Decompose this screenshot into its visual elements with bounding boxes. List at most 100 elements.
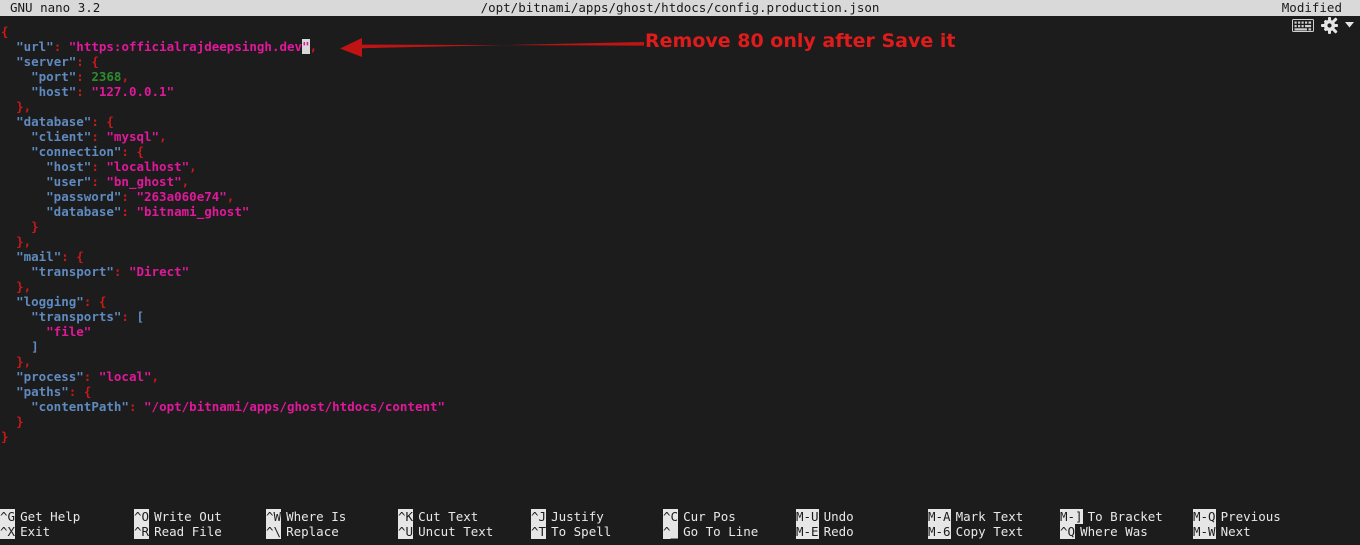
- shortcut-item[interactable]: ^W Where Is: [266, 509, 346, 524]
- shortcut-item[interactable]: ^\ Replace: [266, 524, 346, 539]
- code-token: :: [91, 159, 99, 174]
- shortcut-column: M-Q Previous M-W Next: [1193, 509, 1281, 539]
- shortcut-item[interactable]: ^O Write Out: [134, 509, 222, 524]
- shortcut-item[interactable]: ^X Exit: [0, 524, 80, 539]
- shortcut-key: ^G: [0, 509, 16, 524]
- code-token: ,: [23, 279, 32, 294]
- keyboard-icon[interactable]: [1292, 18, 1314, 32]
- code-token: :: [76, 69, 84, 84]
- shortcut-item[interactable]: M-Q Previous: [1193, 509, 1281, 524]
- shortcut-item[interactable]: M-E Redo: [796, 524, 854, 539]
- code-token: ,: [181, 174, 190, 189]
- code-token: "transports": [31, 309, 122, 324]
- shortcut-item[interactable]: ^K Cut Text: [398, 509, 493, 524]
- editor-line: "server": {: [0, 54, 1360, 69]
- shortcut-key: ^R: [134, 524, 150, 539]
- code-token: "/opt/bitnami/apps/ghost/htdocs/content": [144, 399, 446, 414]
- code-token: "client": [31, 129, 92, 144]
- shortcut-item[interactable]: ^U Uncut Text: [398, 524, 493, 539]
- shortcut-column: M-U Undo M-E Redo: [796, 509, 854, 539]
- gear-icon[interactable]: [1321, 16, 1338, 34]
- shortcut-item[interactable]: ^T To Spell: [531, 524, 611, 539]
- code-token: }: [16, 234, 24, 249]
- shortcut-item[interactable]: M-A Mark Text: [928, 509, 1023, 524]
- editor-line: "host": "localhost",: [0, 159, 1360, 174]
- shortcut-label: Redo: [823, 524, 854, 539]
- code-token: "url": [16, 39, 54, 54]
- editor-line: "password": "263a060e74",: [0, 189, 1360, 204]
- code-token: "mysql": [106, 129, 160, 144]
- code-token: ,: [23, 354, 32, 369]
- file-path-label: /opt/bitnami/apps/ghost/htdocs/config.pr…: [480, 0, 880, 15]
- editor-line: "database": {: [0, 114, 1360, 129]
- shortcut-item[interactable]: M-W Next: [1193, 524, 1281, 539]
- code-token: "user": [46, 174, 92, 189]
- shortcut-item[interactable]: ^J Justify: [531, 509, 611, 524]
- shortcut-item[interactable]: M-U Undo: [796, 509, 854, 524]
- shortcut-item[interactable]: ^C Cur Pos: [663, 509, 758, 524]
- shortcut-item[interactable]: ^G Get Help: [0, 509, 80, 524]
- shortcut-bar: ^G Get Help ^X Exit ^O Write Out ^R Read File ^W…: [0, 509, 1360, 545]
- shortcut-item[interactable]: ^R Read File: [134, 524, 222, 539]
- shortcut-label: To Bracket: [1087, 509, 1163, 524]
- code-token: :: [91, 174, 99, 189]
- shortcut-item[interactable]: ^_ Go To Line: [663, 524, 758, 539]
- code-token: "127.0.0.1": [91, 84, 175, 99]
- shortcut-column: M-] To Bracket ^Q Where Was: [1060, 509, 1163, 539]
- editor-line: "client": "mysql",: [0, 129, 1360, 144]
- code-token: {: [83, 384, 92, 399]
- shortcut-key: M-E: [796, 524, 819, 539]
- shortcut-key: ^U: [398, 524, 414, 539]
- shortcut-column: M-A Mark Text M-6 Copy Text: [928, 509, 1023, 539]
- titlebar: GNU nano 3.2 /opt/bitnami/apps/ghost/htd…: [0, 0, 1360, 16]
- code-token: ,: [189, 159, 197, 174]
- shortcut-item[interactable]: ^Q Where Was: [1060, 524, 1163, 539]
- shortcut-key: M-A: [928, 509, 951, 524]
- code-token: ,: [23, 234, 32, 249]
- code-token: ,: [121, 69, 129, 84]
- editor-line: }: [0, 429, 1360, 444]
- code-token: :: [121, 144, 129, 159]
- shortcut-label: Where Was: [1080, 524, 1148, 539]
- code-token: "process": [16, 369, 84, 384]
- editor-line: "file": [0, 324, 1360, 339]
- shortcut-key: ^W: [266, 509, 282, 524]
- editor-line: },: [0, 234, 1360, 249]
- code-token: "transport": [31, 264, 114, 279]
- shortcut-label: Where Is: [286, 509, 347, 524]
- code-token: "server": [16, 54, 77, 69]
- nano-editor-window: GNU nano 3.2 /opt/bitnami/apps/ghost/htd…: [0, 0, 1360, 545]
- shortcut-column: ^W Where Is ^\ Replace: [266, 509, 346, 539]
- shortcut-label: Undo: [823, 509, 854, 524]
- shortcut-column: ^K Cut Text ^U Uncut Text: [398, 509, 493, 539]
- editor-line: "host": "127.0.0.1": [0, 84, 1360, 99]
- shortcut-key: M-W: [1193, 524, 1216, 539]
- code-token: ,: [159, 129, 167, 144]
- code-token: }: [16, 99, 24, 114]
- shortcut-label: Replace: [286, 524, 339, 539]
- code-token: {: [91, 54, 99, 69]
- shortcut-item[interactable]: M-] To Bracket: [1060, 509, 1163, 524]
- editor-line: "contentPath": "/opt/bitnami/apps/ghost/…: [0, 399, 1360, 414]
- code-token: "host": [46, 159, 92, 174]
- code-token: {: [1, 24, 9, 39]
- chevron-down-icon[interactable]: [1345, 22, 1354, 28]
- editor-line: }: [0, 414, 1360, 429]
- shortcut-item[interactable]: M-6 Copy Text: [928, 524, 1023, 539]
- shortcut-label: Read File: [154, 524, 222, 539]
- editor-text-area[interactable]: { "url": "https:officialrajdeepsingh.dev…: [0, 24, 1360, 494]
- code-token: ,: [309, 39, 318, 54]
